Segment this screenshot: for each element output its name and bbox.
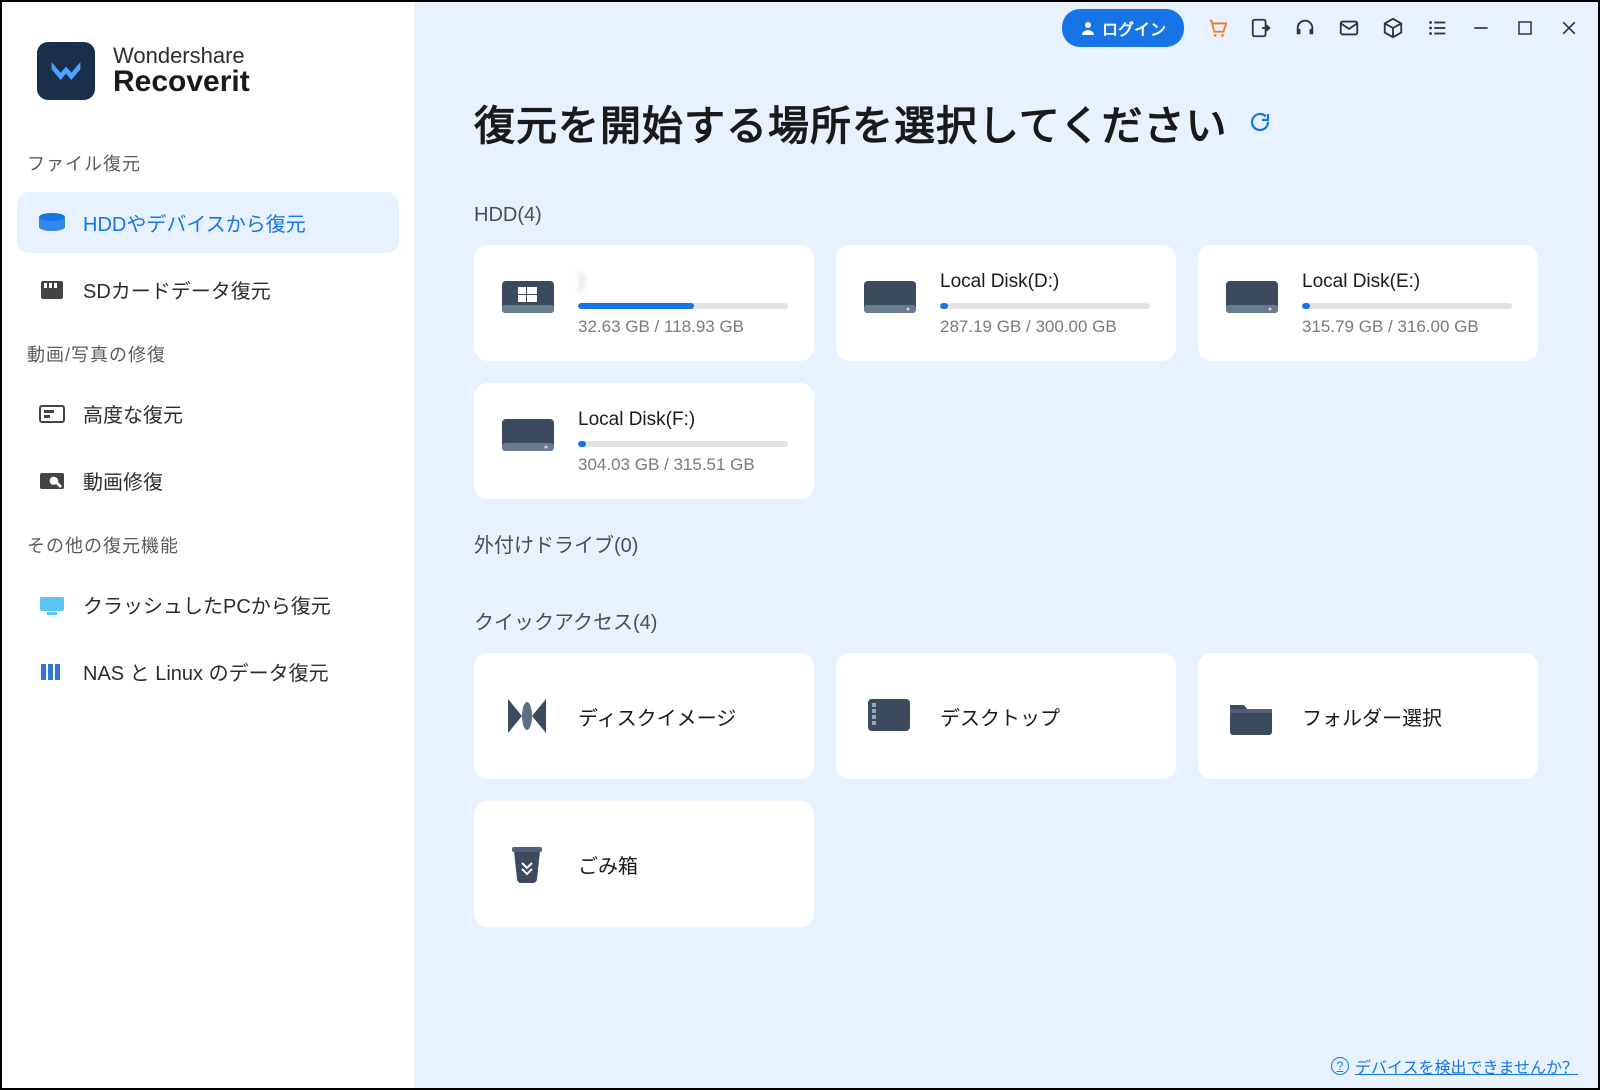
sidebar-item-nas-linux-recovery[interactable]: NAS と Linux のデータ復元: [17, 641, 399, 702]
usage-bar: [578, 303, 788, 309]
sidebar-item-label: NAS と Linux のデータ復元: [83, 657, 329, 686]
drive-icon: [1224, 271, 1280, 317]
device-detect-help-link[interactable]: ? デバイスを検出できませんか？: [1331, 1054, 1578, 1078]
sidebar-item-video-repair[interactable]: 動画修復: [17, 450, 399, 511]
sidebar-item-label: 動画修復: [83, 466, 163, 495]
close-icon[interactable]: [1558, 17, 1580, 39]
disk-card[interactable]: Local Disk(E:) 315.79 GB / 316.00 GB: [1198, 245, 1538, 361]
menu-icon[interactable]: [1426, 17, 1448, 39]
disk-name: ): [578, 271, 788, 293]
headset-icon[interactable]: [1294, 17, 1316, 39]
disk-name: Local Disk(D:): [940, 271, 1150, 293]
sidebar-section-media-repair: 動画/写真の修復: [2, 326, 414, 377]
cart-icon[interactable]: [1206, 17, 1228, 39]
quick-access-card[interactable]: ディスクイメージ: [474, 653, 814, 779]
user-icon: [1080, 20, 1096, 36]
disk-size: 304.03 GB / 315.51 GB: [578, 455, 788, 475]
drive-icon: [500, 409, 556, 455]
diskimg-icon: [500, 691, 554, 741]
product-name: Recoverit: [113, 65, 250, 99]
app-logo: Wondershare Recoverit: [2, 42, 414, 135]
quick-access-card[interactable]: ごみ箱: [474, 801, 814, 927]
nas-icon: [37, 661, 67, 683]
disk-card[interactable]: ) 32.63 GB / 118.93 GB: [474, 245, 814, 361]
sidebar-item-hdd-device-recovery[interactable]: HDDやデバイスから復元: [17, 192, 399, 253]
main-area: ログイン 復元を開始する場所を選択してください HDD(4) ) 32.63 GB…: [414, 2, 1598, 1088]
drive-icon: [500, 271, 556, 317]
disk-card[interactable]: Local Disk(F:) 304.03 GB / 315.51 GB: [474, 383, 814, 499]
quick-access-label: フォルダー選択: [1302, 702, 1442, 731]
sidebar: Wondershare Recoverit ファイル復元 HDDやデバイスから復…: [2, 2, 414, 1088]
quick-access-card[interactable]: デスクトップ: [836, 653, 1176, 779]
logo-icon: [37, 42, 95, 100]
folder-icon: [1224, 691, 1278, 741]
quick-access-label: デスクトップ: [940, 702, 1060, 731]
sidebar-section-other: その他の復元機能: [2, 517, 414, 568]
sidebar-item-label: クラッシュしたPCから復元: [83, 590, 331, 619]
sidebar-item-label: 高度な復元: [83, 399, 183, 428]
export-icon[interactable]: [1250, 17, 1272, 39]
maximize-icon[interactable]: [1514, 17, 1536, 39]
package-icon[interactable]: [1382, 17, 1404, 39]
disk-card[interactable]: Local Disk(D:) 287.19 GB / 300.00 GB: [836, 245, 1176, 361]
desktop-icon: [862, 691, 916, 741]
minimize-icon[interactable]: [1470, 17, 1492, 39]
section-external: 外付けドライブ(0): [414, 499, 1598, 576]
mail-icon[interactable]: [1338, 17, 1360, 39]
quick-access-label: ごみ箱: [578, 850, 638, 879]
quick-access-card[interactable]: フォルダー選択: [1198, 653, 1538, 779]
refresh-icon[interactable]: [1248, 110, 1272, 134]
sidebar-section-file-recovery: ファイル復元: [2, 135, 414, 186]
advanced-icon: [37, 403, 67, 425]
section-quick: クイックアクセス(4): [414, 576, 1598, 653]
drive-icon: [862, 271, 918, 317]
usage-bar: [578, 441, 788, 447]
trash-icon: [500, 839, 554, 889]
disk-name: Local Disk(F:): [578, 409, 788, 431]
sidebar-item-advanced-recovery[interactable]: 高度な復元: [17, 383, 399, 444]
usage-bar: [1302, 303, 1512, 309]
hdd-grid: ) 32.63 GB / 118.93 GB Local Disk(D:) 287.1…: [414, 245, 1598, 499]
disk-size: 287.19 GB / 300.00 GB: [940, 317, 1150, 337]
monitor-icon: [37, 594, 67, 616]
sidebar-item-crashed-pc-recovery[interactable]: クラッシュしたPCから復元: [17, 574, 399, 635]
question-icon: ?: [1331, 1057, 1349, 1075]
disk-name: Local Disk(E:): [1302, 271, 1512, 293]
usage-bar: [940, 303, 1150, 309]
quick-grid: ディスクイメージ デスクトップ フォルダー選択ごみ箱: [414, 653, 1598, 927]
quick-access-label: ディスクイメージ: [578, 702, 736, 731]
disk-size: 315.79 GB / 316.00 GB: [1302, 317, 1512, 337]
hdd-icon: [37, 212, 67, 234]
titlebar: ログイン: [414, 2, 1598, 42]
sd-card-icon: [37, 279, 67, 301]
section-hdd: HDD(4): [414, 174, 1598, 245]
sidebar-item-label: SDカードデータ復元: [83, 275, 271, 304]
disk-size: 32.63 GB / 118.93 GB: [578, 317, 788, 337]
wrench-icon: [37, 470, 67, 492]
sidebar-item-label: HDDやデバイスから復元: [83, 208, 306, 237]
page-title: 復元を開始する場所を選択してください: [474, 92, 1228, 152]
sidebar-item-sdcard-recovery[interactable]: SDカードデータ復元: [17, 259, 399, 320]
login-button[interactable]: ログイン: [1062, 9, 1184, 47]
